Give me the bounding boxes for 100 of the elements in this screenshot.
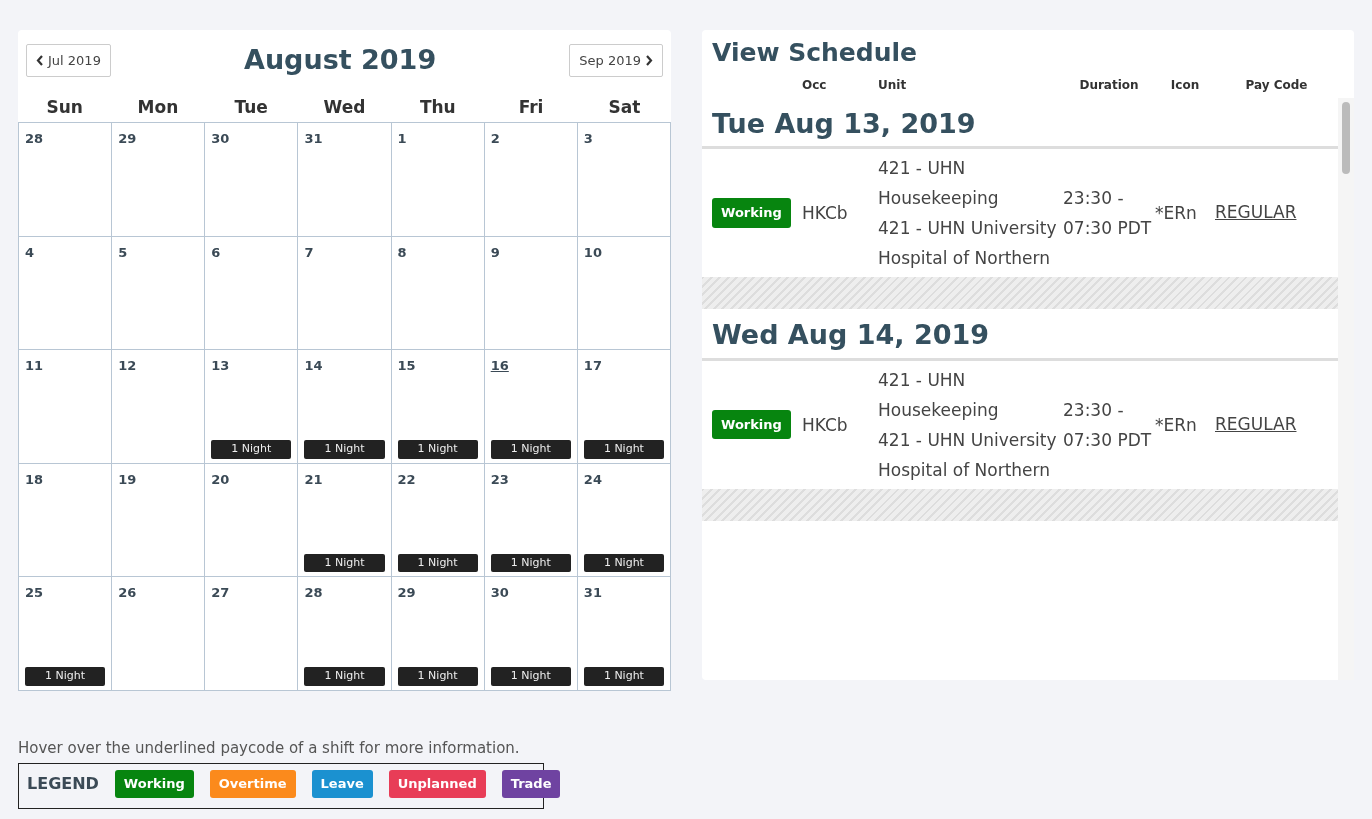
- chevron-right-icon: [645, 54, 653, 66]
- date-heading: Wed Aug 14, 2019: [702, 309, 1338, 361]
- shift-tag[interactable]: 1 Night: [304, 440, 385, 459]
- day-number: 11: [25, 357, 44, 375]
- day-number: 19: [118, 470, 137, 489]
- calendar-day-cell[interactable]: 28: [19, 123, 113, 237]
- calendar-day-cell[interactable]: 24 1 Night: [577, 463, 671, 577]
- calendar-day-cell[interactable]: 2: [484, 123, 578, 237]
- shift-tag[interactable]: 1 Night: [304, 667, 385, 686]
- day-number: 30: [211, 130, 230, 148]
- day-number: 15: [397, 357, 416, 375]
- calendar-day-cell[interactable]: 9: [484, 236, 578, 350]
- calendar-day-cell[interactable]: 31: [298, 123, 392, 237]
- day-number: 31: [304, 130, 323, 148]
- calendar-day-cell[interactable]: 23 1 Night: [484, 463, 578, 577]
- weekday-header: Tue: [233, 95, 269, 119]
- calendar-day-cell[interactable]: 4: [19, 236, 113, 350]
- day-number: 28: [25, 130, 44, 148]
- shift-tag[interactable]: 1 Night: [490, 667, 571, 686]
- calendar-day-cell[interactable]: 14 1 Night: [298, 350, 392, 464]
- weekday-header: Fri: [517, 95, 545, 119]
- icon-cell-text: *ERn: [1155, 202, 1198, 225]
- day-number: 16: [490, 357, 509, 375]
- day-number: 3: [583, 130, 593, 148]
- calendar-day-cell[interactable]: 25 1 Night: [19, 577, 113, 691]
- calendar-day-cell[interactable]: 21 1 Night: [298, 463, 392, 577]
- calendar-day-cell[interactable]: 17 1 Night: [577, 350, 671, 464]
- calendar-day-cell[interactable]: 29: [112, 123, 206, 237]
- day-number: 24: [583, 470, 602, 489]
- day-number: 5: [118, 243, 128, 262]
- unit-cell-text: 421 - UHN University Hospital of Northern: [878, 428, 1058, 482]
- day-number: 26: [118, 584, 137, 602]
- calendar-day-cell[interactable]: 15 1 Night: [391, 350, 485, 464]
- calendar-day-cell[interactable]: 7: [298, 236, 392, 350]
- calendar-day-cell[interactable]: 18: [19, 463, 113, 577]
- shift-tag[interactable]: 1 Night: [583, 553, 664, 572]
- shift-tag[interactable]: 1 Night: [304, 553, 385, 572]
- calendar-day-cell[interactable]: 29 1 Night: [391, 577, 485, 691]
- day-number: 29: [118, 130, 137, 148]
- day-number: 9: [490, 243, 500, 262]
- weekday-header: Thu: [418, 95, 457, 119]
- legend-title: LEGEND: [27, 772, 99, 795]
- shift-tag[interactable]: 1 Night: [25, 667, 106, 686]
- shift-tag[interactable]: 1 Night: [583, 440, 664, 459]
- legend-badge: Overtime: [209, 770, 296, 798]
- prev-month-button[interactable]: Jul 2019: [26, 43, 111, 77]
- next-month-button[interactable]: Sep 2019: [569, 43, 663, 77]
- legend-badge: Leave: [311, 770, 373, 798]
- duration-cell-text: 23:30 - 07:30 PDT: [1063, 398, 1153, 452]
- shift-tag[interactable]: 1 Night: [490, 440, 571, 459]
- calendar-day-cell[interactable]: 12: [112, 350, 206, 464]
- occ-cell-text: HKCb: [802, 202, 849, 225]
- shift-tag[interactable]: 1 Night: [583, 667, 664, 686]
- day-number: 27: [211, 584, 230, 602]
- shift-tag[interactable]: 1 Night: [490, 553, 571, 572]
- day-number: 8: [397, 243, 407, 262]
- shift-tag[interactable]: 1 Night: [397, 440, 478, 459]
- icon-cell-text: *ERn: [1155, 413, 1198, 437]
- duration-cell-text: 23:30 - 07:30 PDT: [1063, 187, 1153, 240]
- calendar-day-cell[interactable]: 11: [19, 350, 113, 464]
- scrollbar-thumb[interactable]: [1342, 101, 1350, 174]
- calendar-day-cell[interactable]: 31 1 Night: [577, 577, 671, 691]
- chevron-left-icon: [36, 54, 44, 66]
- date-heading: Tue Aug 13, 2019: [702, 97, 1338, 149]
- legend-badge: Trade: [501, 770, 561, 798]
- calendar-day-cell[interactable]: 30: [205, 123, 299, 237]
- legend-badge: Unplanned: [388, 770, 486, 798]
- day-number: 14: [304, 357, 323, 375]
- shift-tag[interactable]: 1 Night: [397, 553, 478, 572]
- calendar-day-cell[interactable]: 10: [577, 236, 671, 350]
- day-number: 13: [211, 357, 230, 375]
- calendar-day-cell[interactable]: 27: [205, 577, 299, 691]
- calendar-day-cell[interactable]: 8: [391, 236, 485, 350]
- calendar-day-cell[interactable]: 30 1 Night: [484, 577, 578, 691]
- shift-tag[interactable]: 1 Night: [211, 440, 292, 459]
- calendar-day-cell[interactable]: 5: [112, 236, 206, 350]
- day-number: 31: [583, 584, 602, 602]
- calendar-day-cell[interactable]: 1: [391, 123, 485, 237]
- unit-cell-text: 421 - UHN Housekeeping: [878, 368, 1000, 422]
- status-badge: Working: [712, 198, 791, 228]
- pay-code-link[interactable]: REGULAR: [1215, 202, 1297, 223]
- day-number: 4: [25, 243, 35, 262]
- shift-tag[interactable]: 1 Night: [397, 667, 478, 686]
- status-badge: Working: [712, 409, 791, 440]
- calendar-day-cell[interactable]: 13 1 Night: [205, 350, 299, 464]
- calendar-day-cell[interactable]: 19: [112, 463, 206, 577]
- day-number: 18: [25, 470, 44, 489]
- calendar-day-cell[interactable]: 16 1 Night: [484, 350, 578, 464]
- column-header: Occ: [802, 76, 828, 94]
- column-header: Icon: [1169, 76, 1201, 94]
- calendar-day-cell[interactable]: 6: [205, 236, 299, 350]
- calendar-day-cell[interactable]: 22 1 Night: [391, 463, 485, 577]
- calendar-day-cell[interactable]: 3: [577, 123, 671, 237]
- hint-text: Hover over the underlined paycode of a shift for more information.: [18, 737, 521, 759]
- day-number: 2: [490, 130, 500, 148]
- weekday-header: Sun: [45, 95, 84, 119]
- calendar-day-cell[interactable]: 28 1 Night: [298, 577, 392, 691]
- calendar-day-cell[interactable]: 20: [205, 463, 299, 577]
- calendar-day-cell[interactable]: 26: [112, 577, 206, 691]
- pay-code-link[interactable]: REGULAR: [1215, 413, 1297, 434]
